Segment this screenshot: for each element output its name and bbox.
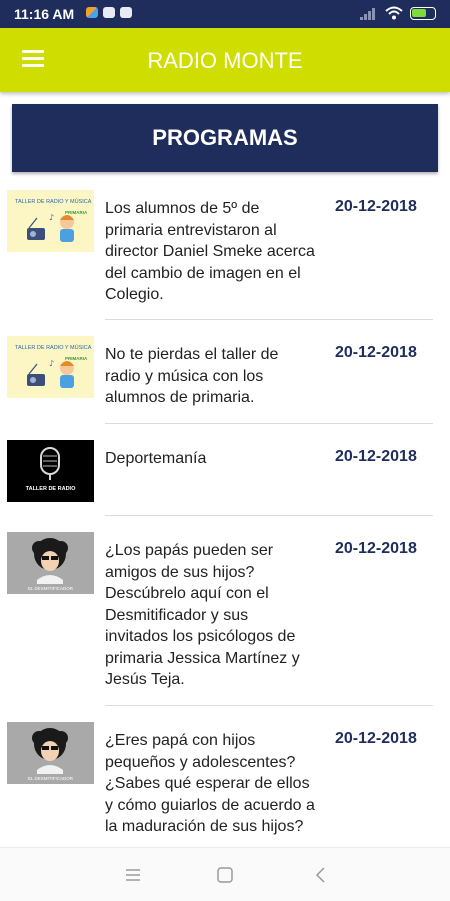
svg-text:♪: ♪ bbox=[49, 213, 54, 222]
list-item[interactable]: EL DESMITIFICADOR ¿Eres papá con hijos p… bbox=[0, 712, 450, 847]
program-title: Deportemanía bbox=[105, 450, 207, 467]
home-icon[interactable] bbox=[216, 866, 236, 884]
status-bar: 11:16 AM bbox=[0, 0, 450, 28]
wifi-icon bbox=[385, 6, 403, 20]
radio-music-thumbnail: TALLER DE RADIO Y MÚSICA PRIMARIA ♪ bbox=[7, 190, 94, 252]
app-title: RADIO MONTE bbox=[147, 48, 303, 73]
chat-icon bbox=[103, 7, 115, 18]
program-date: 20-12-2018 bbox=[335, 198, 417, 215]
program-title: Los alumnos de 5º de primaria entrevista… bbox=[105, 200, 315, 303]
thumbnail-tag: PRIMARIA bbox=[65, 210, 88, 215]
list-item[interactable]: TALLER DE RADIO Deportemanía 20-12-2018 bbox=[0, 430, 450, 516]
program-date: 20-12-2018 bbox=[335, 540, 417, 557]
section-banner: PROGRAMAS bbox=[12, 104, 438, 172]
divider bbox=[105, 705, 433, 706]
program-list: TALLER DE RADIO Y MÚSICA PRIMARIA ♪ Los … bbox=[0, 180, 450, 847]
program-title: No te pierdas el taller de radio y músic… bbox=[105, 346, 279, 406]
list-item[interactable]: TALLER DE RADIO Y MÚSICA PRIMARIA ♪ No t… bbox=[0, 326, 450, 424]
thumbnail-caption: TALLER DE RADIO Y MÚSICA bbox=[15, 344, 92, 351]
signal-icon bbox=[360, 7, 375, 20]
status-indicators bbox=[360, 6, 436, 20]
system-nav-bar bbox=[0, 847, 450, 901]
status-time: 11:16 AM bbox=[14, 6, 75, 22]
program-date: 20-12-2018 bbox=[335, 730, 417, 747]
desmitificador-thumbnail: EL DESMITIFICADOR bbox=[7, 722, 94, 784]
program-date: 20-12-2018 bbox=[335, 448, 417, 465]
list-item[interactable]: EL DESMITIFICADOR ¿Los papás pueden ser … bbox=[0, 522, 450, 706]
thumbnail-caption: TALLER DE RADIO bbox=[26, 486, 76, 492]
chat-icon bbox=[120, 7, 132, 18]
battery-level bbox=[412, 8, 426, 17]
recents-icon[interactable] bbox=[124, 866, 144, 884]
app-bar: RADIO MONTE bbox=[0, 28, 450, 92]
thumbnail-caption: EL DESMITIFICADOR bbox=[28, 586, 74, 591]
program-title: ¿Eres papá con hijos pequeños y adolesce… bbox=[105, 732, 315, 835]
radio-microphone-thumbnail: TALLER DE RADIO bbox=[7, 440, 94, 502]
battery-icon bbox=[410, 6, 436, 20]
thumbnail-caption: EL DESMITIFICADOR bbox=[28, 776, 74, 781]
back-icon[interactable] bbox=[312, 866, 332, 884]
thumbnail-caption: TALLER DE RADIO Y MÚSICA bbox=[15, 198, 92, 205]
section-title: PROGRAMAS bbox=[152, 125, 298, 150]
notification-icons bbox=[86, 7, 132, 18]
svg-text:♪: ♪ bbox=[49, 359, 54, 368]
divider bbox=[105, 319, 433, 320]
list-item[interactable]: TALLER DE RADIO Y MÚSICA PRIMARIA ♪ Los … bbox=[0, 180, 450, 320]
desmitificador-thumbnail: EL DESMITIFICADOR bbox=[7, 532, 94, 594]
divider bbox=[105, 423, 433, 424]
program-date: 20-12-2018 bbox=[335, 344, 417, 361]
radio-music-thumbnail: TALLER DE RADIO Y MÚSICA PRIMARIA ♪ bbox=[7, 336, 94, 398]
divider bbox=[105, 515, 433, 516]
program-title: ¿Los papás pueden ser amigos de sus hijo… bbox=[105, 542, 300, 688]
thumbnail-tag: PRIMARIA bbox=[65, 356, 88, 361]
photos-icon bbox=[86, 7, 98, 18]
